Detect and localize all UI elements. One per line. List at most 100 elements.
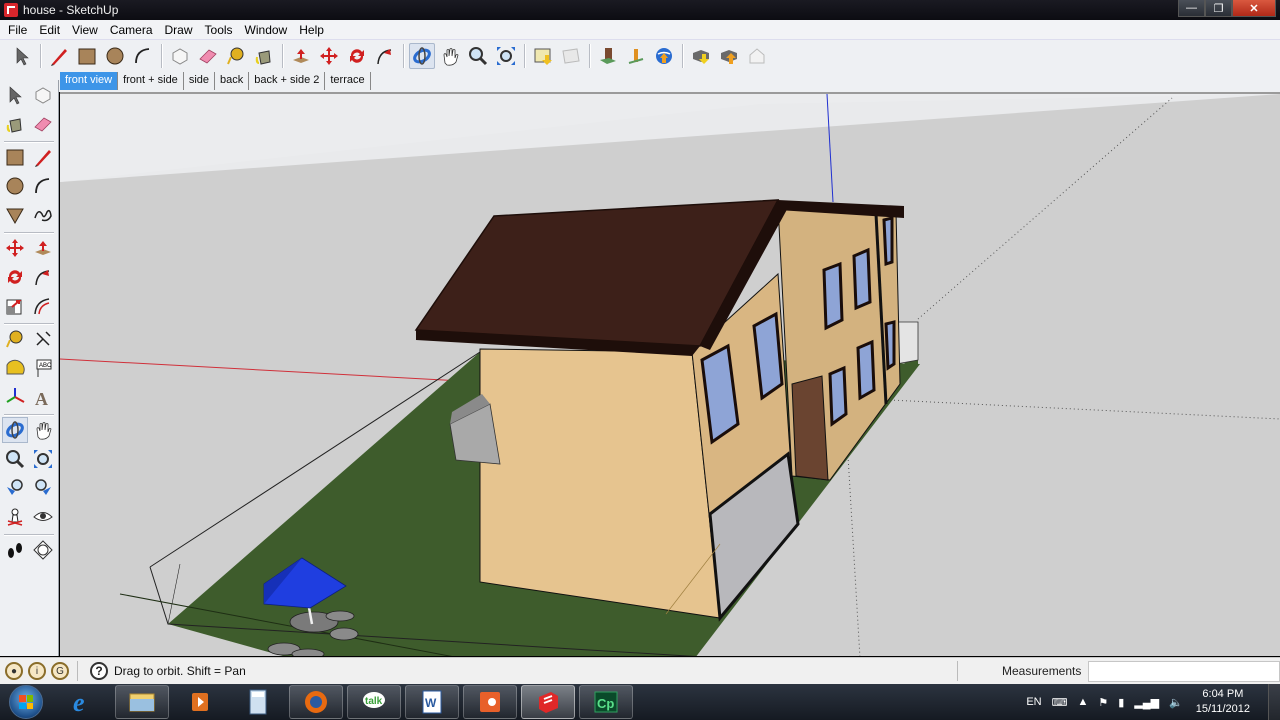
pencil-line-tool[interactable]: [46, 43, 72, 69]
language-indicator[interactable]: EN: [1026, 696, 1041, 708]
follow-me-tool[interactable]: [30, 264, 56, 290]
rectangle-tool[interactable]: [2, 144, 28, 170]
axes-tool[interactable]: [2, 384, 28, 410]
zoom-tool[interactable]: [465, 43, 491, 69]
measurements-input[interactable]: [1088, 661, 1280, 682]
share-component-tool[interactable]: [744, 43, 770, 69]
select-tool[interactable]: [9, 43, 35, 69]
menu-help[interactable]: Help: [293, 23, 330, 37]
add-building-tool[interactable]: [595, 43, 621, 69]
keyboard-icon[interactable]: ⌨: [1052, 696, 1068, 709]
arc-tool[interactable]: [130, 43, 156, 69]
pan-tool[interactable]: [30, 417, 56, 443]
push-pull-tool[interactable]: [30, 235, 56, 261]
maximize-button[interactable]: ❐: [1205, 0, 1232, 17]
paint-bucket-tool[interactable]: [251, 43, 277, 69]
taskbar-calculator[interactable]: [231, 685, 285, 719]
3d-text-tool[interactable]: A: [30, 384, 56, 410]
dimensions-tool[interactable]: [30, 326, 56, 352]
action-center-flag-icon[interactable]: ⚑: [1098, 696, 1108, 709]
rotate-tool[interactable]: [2, 264, 28, 290]
scene-tab-front-side[interactable]: front + side: [118, 72, 184, 90]
rectangle-tool[interactable]: [74, 43, 100, 69]
make-component-tool[interactable]: [30, 82, 56, 108]
eraser-tool[interactable]: [195, 43, 221, 69]
taskbar-powerpoint[interactable]: [463, 685, 517, 719]
walk-tool[interactable]: [2, 537, 28, 563]
tape-measure-tool[interactable]: [2, 326, 28, 352]
push-pull-tool[interactable]: [288, 43, 314, 69]
toggle-terrain-tool[interactable]: [558, 43, 584, 69]
circle-tool[interactable]: [102, 43, 128, 69]
pencil-line-tool[interactable]: [30, 144, 56, 170]
scene-tab-front-view[interactable]: front view: [60, 72, 119, 90]
get-current-view-tool[interactable]: [530, 43, 556, 69]
zoom-extents-tool[interactable]: [493, 43, 519, 69]
scene-tab-side[interactable]: side: [183, 72, 215, 90]
menu-edit[interactable]: Edit: [33, 23, 66, 37]
taskbar-captivate[interactable]: Cp: [579, 685, 633, 719]
menu-file[interactable]: File: [2, 23, 33, 37]
text-tool[interactable]: ABC: [30, 355, 56, 381]
follow-me-tool[interactable]: [372, 43, 398, 69]
eraser-tool[interactable]: [30, 111, 56, 137]
make-component-tool[interactable]: [167, 43, 193, 69]
power-icon[interactable]: ▮: [1118, 696, 1124, 709]
position-camera-tool[interactable]: [2, 504, 28, 530]
credits-icon[interactable]: i: [28, 662, 46, 680]
drawing-area[interactable]: [60, 92, 1280, 656]
rotate-tool[interactable]: [344, 43, 370, 69]
scene-tab-back-side-2[interactable]: back + side 2: [249, 72, 326, 90]
menu-tools[interactable]: Tools: [199, 23, 239, 37]
user-login-icon[interactable]: G: [51, 662, 69, 680]
taskbar-google-talk[interactable]: talk: [347, 685, 401, 719]
move-tool[interactable]: [316, 43, 342, 69]
circle-tool[interactable]: [2, 173, 28, 199]
sketchup-app-icon[interactable]: [4, 3, 18, 17]
freehand-tool[interactable]: [30, 202, 56, 228]
next-view-tool[interactable]: [30, 475, 56, 501]
orbit-tool[interactable]: [409, 43, 435, 69]
geo-location-icon[interactable]: ●: [5, 662, 23, 680]
scene-tab-terrace[interactable]: terrace: [325, 72, 371, 90]
start-button[interactable]: [9, 685, 43, 719]
taskbar-media-player[interactable]: [173, 685, 227, 719]
menu-camera[interactable]: Camera: [104, 23, 159, 37]
taskbar-internet-explorer[interactable]: e: [57, 685, 111, 719]
menu-window[interactable]: Window: [239, 23, 294, 37]
taskbar-file-explorer[interactable]: [115, 685, 169, 719]
taskbar-word[interactable]: W: [405, 685, 459, 719]
scale-tool[interactable]: [2, 293, 28, 319]
previous-view-tool[interactable]: [2, 475, 28, 501]
taskbar-sketchup[interactable]: [521, 685, 575, 719]
move-tool[interactable]: [2, 235, 28, 261]
close-button[interactable]: ✕: [1232, 0, 1276, 17]
zoom-extents-tool[interactable]: [30, 446, 56, 472]
instructor-help-icon[interactable]: ?: [90, 662, 108, 680]
look-around-tool[interactable]: [30, 504, 56, 530]
scene-tab-back[interactable]: back: [215, 72, 250, 90]
pan-tool[interactable]: [437, 43, 463, 69]
offset-tool[interactable]: [30, 293, 56, 319]
paint-bucket-tool[interactable]: [2, 111, 28, 137]
orbit-tool[interactable]: [2, 417, 28, 443]
network-signal-icon[interactable]: ▂▄▆: [1134, 696, 1159, 709]
clock[interactable]: 6:04 PM 15/11/2012: [1196, 687, 1250, 717]
select-tool[interactable]: [2, 82, 28, 108]
menu-draw[interactable]: Draw: [159, 23, 199, 37]
section-plane-tool[interactable]: [30, 537, 56, 563]
add-location-tool[interactable]: [623, 43, 649, 69]
polygon-tool[interactable]: [2, 202, 28, 228]
zoom-tool[interactable]: [2, 446, 28, 472]
preview-google-earth-tool[interactable]: [651, 43, 677, 69]
tape-measure-tool[interactable]: [223, 43, 249, 69]
menu-view[interactable]: View: [66, 23, 104, 37]
volume-icon[interactable]: 🔈: [1169, 696, 1183, 709]
protractor-tool[interactable]: [2, 355, 28, 381]
show-desktop-button[interactable]: [1268, 684, 1280, 720]
arc-tool[interactable]: [30, 173, 56, 199]
show-hidden-icons[interactable]: ▲: [1078, 696, 1089, 708]
model-scene[interactable]: [60, 94, 1280, 656]
share-model-tool[interactable]: [716, 43, 742, 69]
minimize-button[interactable]: —: [1178, 0, 1205, 17]
